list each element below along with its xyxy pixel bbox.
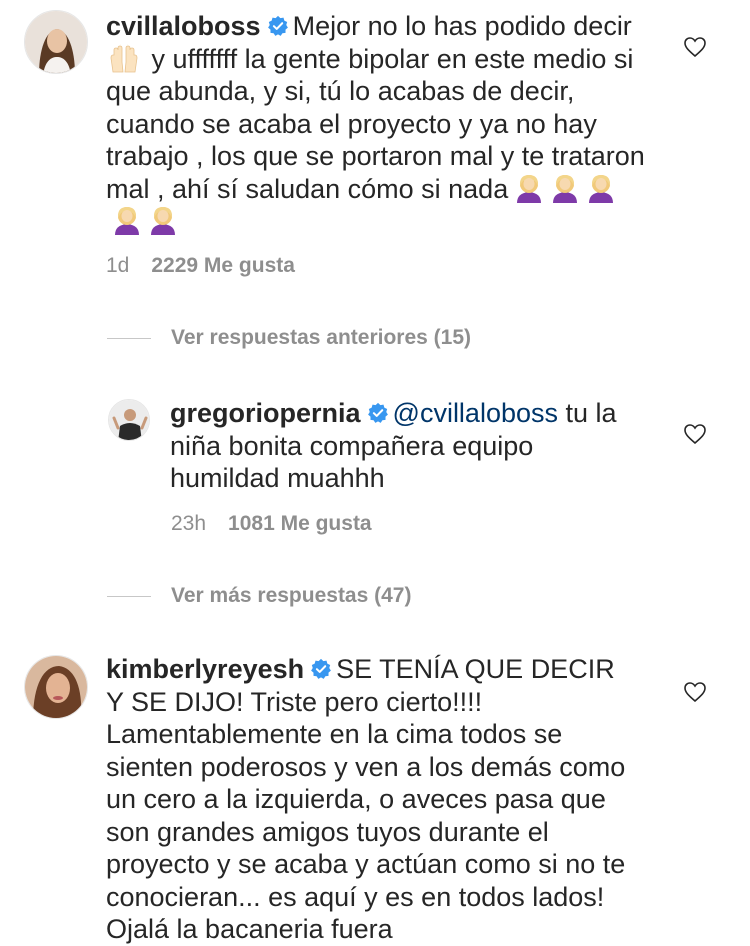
raising-hands-icon [110, 43, 138, 72]
comment-text-part: Mejor no lo has podido [292, 11, 566, 41]
avatar-photo [25, 656, 87, 718]
comment-likes[interactable]: 1081 Me gusta [228, 512, 372, 535]
username[interactable]: cvillaloboss [106, 11, 261, 41]
username[interactable]: kimberlyreyesh [106, 654, 304, 684]
avatar-photo [109, 400, 149, 440]
woman-facepalming-icon [517, 174, 542, 203]
divider-line [107, 337, 151, 339]
view-more-replies-label: Ver más respuestas (47) [171, 584, 412, 607]
username[interactable]: gregoriopernia [170, 398, 361, 428]
comment-text-part: SE TENÍA QUE DECIR Y SE DIJO! Triste per… [106, 654, 626, 944]
avatar-photo [25, 11, 87, 73]
woman-facepalming-icon [115, 207, 139, 235]
avatar[interactable] [24, 10, 88, 74]
verified-badge-icon [311, 658, 332, 679]
avatar[interactable] [24, 655, 88, 719]
verified-badge-icon [267, 15, 288, 36]
comment-body: gregoriopernia @cvillaloboss tu la niña b… [170, 397, 630, 495]
comment-body: kimberlyreyesh SE TENÍA QUE DECIR Y SE DI… [106, 653, 628, 946]
avatar[interactable] [108, 399, 150, 441]
comment-text-part: decir [573, 11, 632, 41]
woman-facepalming-icon [553, 174, 578, 203]
view-more-replies-button[interactable]: Ver más respuestas (47) [107, 584, 411, 608]
comment-time: 1d [106, 254, 130, 277]
like-heart-icon[interactable] [683, 422, 707, 446]
like-heart-icon[interactable] [683, 680, 707, 704]
comment-body: cvillaloboss Mejor no lo has podido decir… [106, 10, 646, 238]
comment-meta: 23h 1081 Me gusta [171, 512, 372, 536]
woman-facepalming-icon [151, 207, 175, 235]
woman-facepalming-icon [589, 174, 614, 203]
comment-likes[interactable]: 2229 Me gusta [151, 254, 295, 277]
like-heart-icon[interactable] [683, 35, 707, 59]
divider-line [107, 595, 151, 597]
view-previous-replies-label: Ver respuestas anteriores (15) [171, 326, 471, 349]
comment-meta: 1d 2229 Me gusta [106, 254, 295, 278]
view-previous-replies-button[interactable]: Ver respuestas anteriores (15) [107, 326, 471, 350]
verified-badge-icon [367, 402, 388, 423]
comment-time: 23h [171, 512, 207, 535]
mention-link[interactable]: @cvillaloboss [393, 398, 558, 428]
